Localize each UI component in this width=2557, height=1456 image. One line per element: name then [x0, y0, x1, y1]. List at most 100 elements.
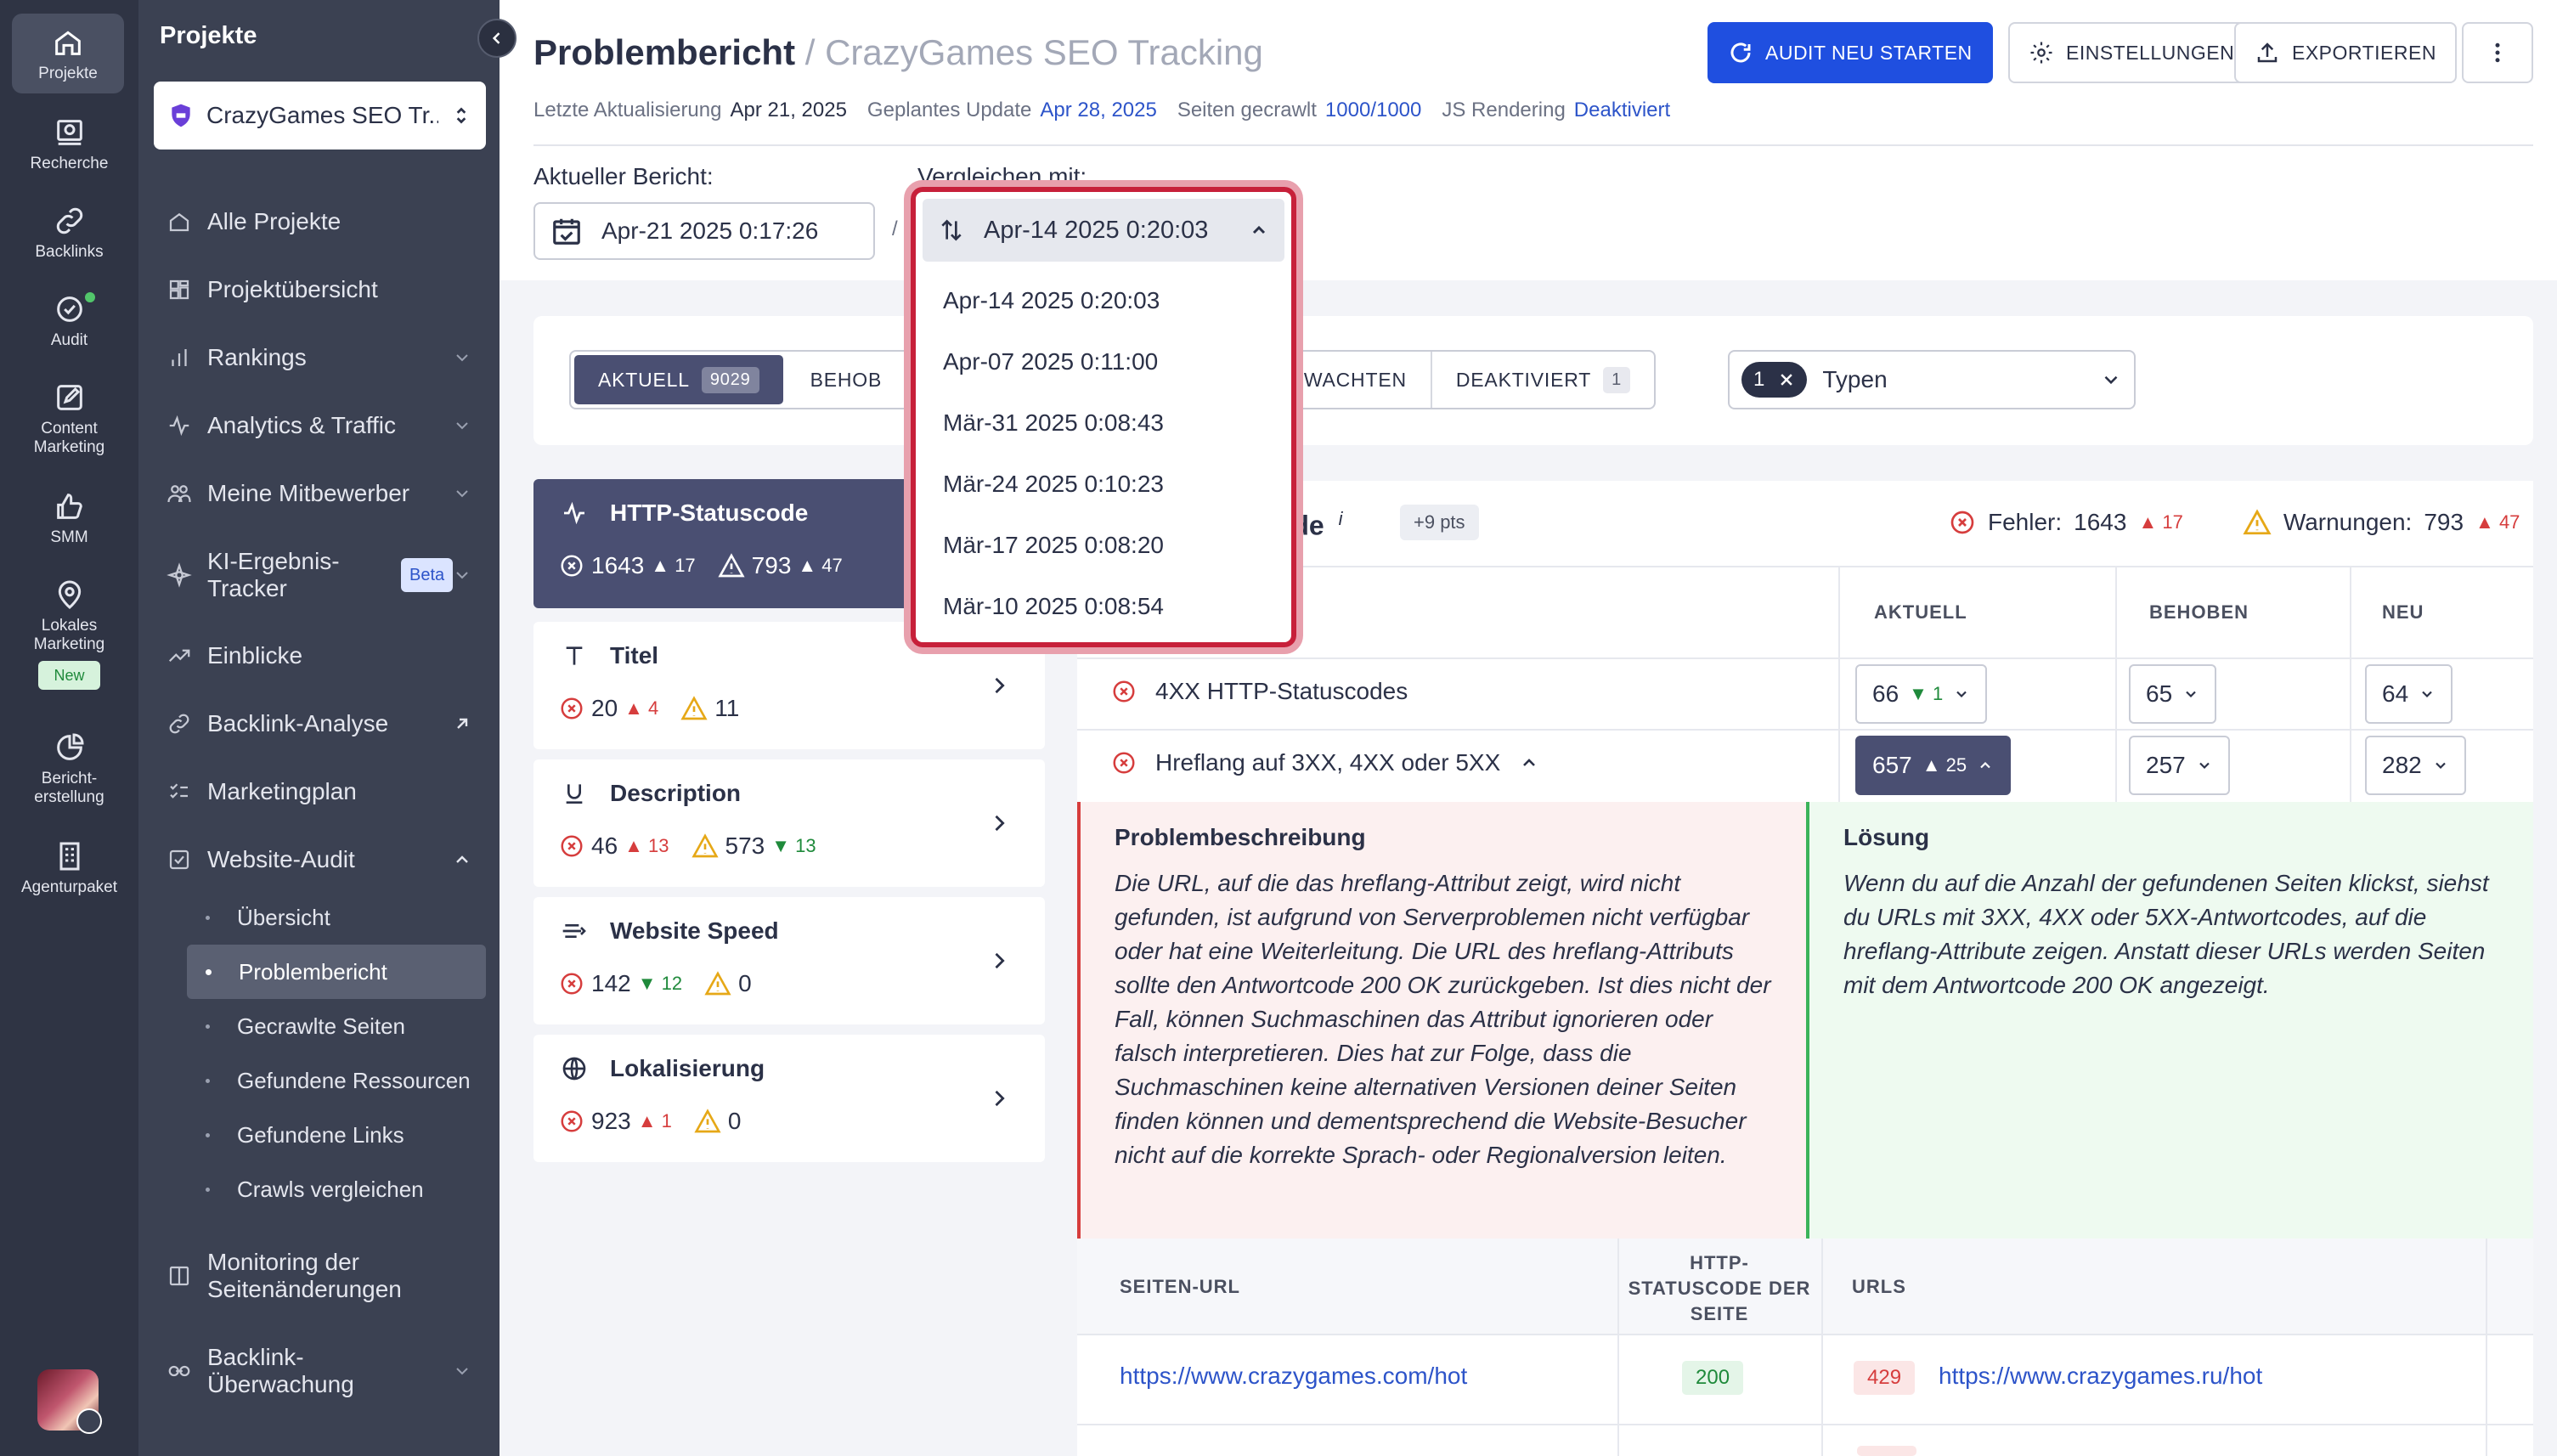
settings-button[interactable]: EINSTELLUNGEN — [2008, 22, 2255, 83]
nav-marketing-plan[interactable]: Marketingplan — [167, 778, 481, 805]
types-filter[interactable]: 1 Typen — [1728, 350, 2136, 409]
chevron-down-icon — [2199, 762, 2210, 770]
rail-content-marketing[interactable]: Content Marketing — [0, 381, 138, 457]
page-url-link[interactable]: https://www.crazygames.com/hot — [1120, 1363, 1467, 1390]
category-localization[interactable]: Lokalisierung 923 ▲ 1 0 — [533, 1035, 1045, 1162]
fixed-count-dropdown[interactable]: 65 — [2129, 664, 2217, 724]
compare-option[interactable]: Apr-07 2025 0:11:00 — [943, 348, 1158, 375]
gear-icon — [2030, 42, 2052, 64]
tab-deactivated[interactable]: DEAKTIVIERT 1 — [1432, 352, 1654, 408]
rail-research[interactable]: Recherche — [0, 116, 138, 173]
tab-count: 9029 — [701, 366, 759, 393]
nav-label: Projektübersicht — [207, 276, 378, 302]
restart-audit-button[interactable]: AUDIT NEU STARTEN — [1707, 22, 1993, 83]
rail-report-builder[interactable]: Bericht-erstellung — [0, 731, 138, 807]
nav-project-overview[interactable]: Projektübersicht — [167, 276, 481, 303]
planned-update-link[interactable]: Apr 28, 2025 — [1040, 99, 1156, 121]
nav-label: Rankings — [207, 344, 307, 370]
category-description[interactable]: Description 46 ▲ 13 573 ▼ 13 — [533, 759, 1045, 887]
error-delta: ▼ 12 — [637, 973, 683, 994]
building-icon — [59, 842, 79, 871]
tab-current[interactable]: AKTUELL 9029 — [574, 355, 783, 404]
info-icon[interactable]: i — [1339, 508, 1343, 529]
rail-projects[interactable]: Projekte — [12, 14, 124, 93]
project-selector[interactable]: CrazyGames SEO Tr... — [154, 82, 486, 150]
subnav-compare-crawls[interactable]: Crawls vergleichen — [187, 1162, 486, 1216]
subnav-overview[interactable]: Übersicht — [187, 890, 486, 945]
updown-chevron-icon — [456, 107, 466, 124]
nav-competitors[interactable]: Meine Mitbewerber — [167, 480, 481, 507]
nav-backlink-monitoring[interactable]: Backlink-Überwachung — [167, 1344, 481, 1398]
current-report-select[interactable]: Apr-21 2025 0:17:26 — [533, 202, 875, 260]
compare-report-select[interactable]: Apr-14 2025 0:20:03 — [923, 199, 1284, 262]
collapse-sidebar-button[interactable] — [477, 19, 516, 58]
compare-option[interactable]: Apr-14 2025 0:20:03 — [943, 287, 1160, 314]
nav-rankings[interactable]: Rankings — [167, 344, 481, 371]
js-rendering-link[interactable]: Deaktiviert — [1574, 99, 1670, 121]
compare-option[interactable]: Mär-10 2025 0:08:54 — [943, 593, 1164, 620]
count-value: 657 — [1872, 752, 1912, 778]
sidebar-title: Projekte — [160, 22, 257, 49]
warnings-delta-value: 47 — [2498, 511, 2520, 533]
settings-gear-icon[interactable] — [76, 1408, 102, 1434]
divider — [1077, 1424, 2533, 1425]
close-icon[interactable] — [1778, 371, 1795, 388]
rail-label: Lokales Marketing — [33, 617, 105, 653]
current-count-dropdown[interactable]: 657 ▲ 25 — [1855, 736, 2012, 795]
category-label: Lokalisierung — [610, 1055, 765, 1081]
rail-smm[interactable]: SMM — [0, 489, 138, 547]
nav-website-audit[interactable]: Website-Audit — [167, 846, 481, 873]
problem-text: Die URL, auf die das hreflang-Attribut z… — [1115, 870, 1771, 1168]
export-button[interactable]: EXPORTIEREN — [2234, 22, 2457, 83]
compare-option[interactable]: Mär-31 2025 0:08:43 — [943, 409, 1164, 437]
nav-label: Einblicke — [207, 642, 303, 669]
fixed-count-dropdown[interactable]: 257 — [2129, 736, 2230, 795]
target-url-link[interactable]: https://www.crazygames.ru/hot — [1939, 1363, 2262, 1390]
col-header-http-status: HTTP-STATUSCODE DER SEITE — [1628, 1252, 1811, 1324]
nav-backlink-analysis[interactable]: Backlink-Analyse — [167, 710, 481, 737]
new-count-dropdown[interactable]: 64 — [2365, 664, 2453, 724]
col-header-current: AKTUELL — [1874, 601, 1967, 623]
issue-row-hreflang[interactable]: Hreflang auf 3XX, 4XX oder 5XX — [1111, 749, 1539, 776]
rail-label: SMM — [50, 528, 88, 546]
subnav-found-links[interactable]: Gefundene Links — [187, 1108, 486, 1162]
chevron-down-icon — [2186, 691, 2196, 698]
current-report-value: Apr-21 2025 0:17:26 — [601, 217, 819, 244]
rail-local-marketing[interactable]: Lokales Marketing New — [0, 578, 138, 690]
issue-row-4xx[interactable]: 4XX HTTP-Statuscodes — [1111, 678, 1408, 705]
nav-analytics-traffic[interactable]: Analytics & Traffic — [167, 412, 481, 439]
nav-page-change-monitoring[interactable]: Monitoring der Seitenänderungen — [167, 1249, 481, 1303]
chevron-up-icon — [1252, 225, 1266, 234]
audit-status-dot — [85, 292, 95, 302]
compare-option[interactable]: Mär-17 2025 0:08:20 — [943, 532, 1164, 559]
chevron-down-icon — [456, 422, 468, 430]
pages-crawled-link[interactable]: 1000/1000 — [1325, 99, 1421, 121]
rail-backlinks[interactable]: Backlinks — [0, 204, 138, 262]
subnav-problem-report[interactable]: Problembericht — [187, 945, 486, 999]
rail-audit[interactable]: Audit — [0, 292, 138, 350]
chevron-up-icon[interactable] — [1519, 753, 1539, 773]
error-x-icon — [1113, 752, 1135, 774]
compare-option[interactable]: Mär-24 2025 0:10:23 — [943, 471, 1164, 498]
last-update-value: Apr 21, 2025 — [730, 99, 847, 121]
error-count: 20 — [591, 695, 618, 721]
subnav-crawled-pages[interactable]: Gecrawlte Seiten — [187, 999, 486, 1053]
rail-agency-package[interactable]: Agenturpaket — [0, 839, 138, 897]
subnav-found-resources[interactable]: Gefundene Ressourcen — [187, 1053, 486, 1108]
audit-page-icon — [169, 849, 189, 870]
current-count-dropdown[interactable]: 66 ▼ 1 — [1855, 664, 1988, 724]
col-header-fixed: BEHOBEN — [2149, 601, 2249, 623]
category-label: HTTP-Statuscode — [610, 499, 809, 526]
restart-audit-label: AUDIT NEU STARTEN — [1765, 41, 1973, 64]
new-count-dropdown[interactable]: 282 — [2365, 736, 2466, 795]
meta-label: Seiten gecrawlt — [1177, 99, 1317, 121]
nav-ai-tracker[interactable]: KI-Ergebnis-Tracker Beta — [167, 548, 481, 602]
category-website-speed[interactable]: Website Speed 142 ▼ 12 0 — [533, 897, 1045, 1024]
nav-insights[interactable]: Einblicke — [167, 642, 481, 669]
nav-all-projects[interactable]: Alle Projekte — [167, 208, 481, 235]
more-options-button[interactable] — [2462, 22, 2533, 83]
chevron-down-icon — [456, 354, 468, 362]
problem-description-box: Problembeschreibung Die URL, auf die das… — [1077, 802, 1806, 1239]
types-count-chip[interactable]: 1 — [1741, 362, 1808, 398]
problem-heading: Problembeschreibung — [1115, 824, 1366, 850]
